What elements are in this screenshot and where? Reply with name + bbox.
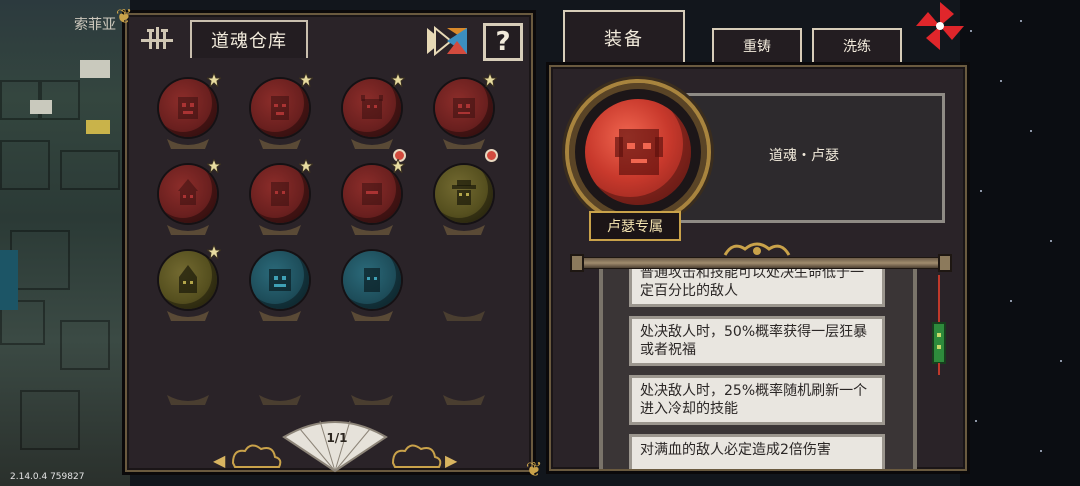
soul-slot[interactable] — [419, 71, 509, 162]
star-badge-icon — [391, 159, 405, 173]
soul-slot[interactable] — [143, 157, 233, 241]
warrior-face-icon — [271, 96, 289, 120]
orb-stand-icon — [443, 225, 485, 235]
orb-stand-icon — [259, 225, 301, 235]
orb-stand-icon — [167, 225, 209, 235]
effect-item: 处决敌人时，25%概率随机刷新一个进入冷却的技能 — [629, 375, 885, 425]
empty-slot-stand-icon[interactable] — [439, 393, 489, 407]
orb-stand-icon — [351, 225, 393, 235]
next-page-button[interactable]: ▶ — [445, 451, 457, 470]
rod-knob — [570, 254, 584, 272]
equipped-soul-orb — [585, 99, 691, 205]
star-badge-icon — [207, 73, 221, 87]
tuning-fork-icon[interactable] — [141, 27, 173, 51]
tab-reforge[interactable]: 重铸 — [712, 28, 802, 62]
empty-slot-stand-icon[interactable] — [163, 393, 213, 407]
soul-orb — [435, 165, 493, 223]
equipped-soul-frame[interactable] — [565, 79, 711, 225]
orb-stand-icon — [167, 311, 209, 321]
soul-name-label: 道魂・卢瑟 — [769, 148, 839, 164]
witch-face-icon — [178, 179, 198, 205]
scroll-rod — [570, 254, 952, 272]
orb-stand-icon — [351, 311, 393, 321]
effect-item: 处决敌人时，50%概率获得一层狂暴或者祝福 — [629, 316, 885, 366]
soul-slot[interactable] — [327, 71, 417, 162]
ogre-face-icon — [269, 269, 291, 291]
filter-color-icon[interactable] — [425, 26, 469, 56]
soul-slot[interactable] — [235, 71, 325, 155]
soul-orb — [435, 79, 493, 137]
star-badge-icon — [299, 159, 313, 173]
orb-stand-icon — [443, 139, 485, 149]
equipment-panel: 道魂・卢瑟 卢瑟专属 普通攻击和技能可以处决生命低于一定百分比的敌人 处决敌人时… — [546, 62, 970, 474]
soul-orb — [251, 79, 309, 137]
effect-item: 普通攻击和技能可以处决生命低于一定百分比的敌人 — [629, 269, 885, 307]
storage-title: 道魂仓库 — [190, 20, 308, 58]
prev-page-button[interactable]: ◀ — [213, 451, 225, 470]
effect-item: 对满血的敌人必定造成2倍伤害 — [629, 434, 885, 469]
background-map-left — [0, 0, 130, 486]
soul-orb — [159, 251, 217, 309]
help-button[interactable]: ? — [483, 23, 523, 61]
empty-slot-stand-icon[interactable] — [439, 309, 489, 323]
background-starfield — [960, 0, 1080, 486]
orb-stand-icon — [259, 311, 301, 321]
star-badge-icon — [391, 73, 405, 87]
soul-grid — [125, 71, 539, 405]
star-badge-icon — [207, 245, 221, 259]
corner-ornament-icon: ❦ — [115, 4, 133, 28]
star-badge-icon — [483, 73, 497, 87]
wizard-face-icon — [179, 265, 197, 293]
priestess-face-icon — [364, 268, 380, 292]
orb-stand-icon — [259, 139, 301, 149]
soul-orb — [343, 251, 401, 309]
orb-stand-icon — [167, 139, 209, 149]
luther-face-icon — [615, 129, 663, 175]
empty-slot-stand-icon[interactable] — [255, 393, 305, 407]
rod-knob — [938, 254, 952, 272]
tab-refine[interactable]: 洗练 — [812, 28, 902, 62]
tab-equip[interactable]: 装备 — [563, 10, 685, 64]
soul-slot[interactable] — [327, 157, 417, 241]
corner-ornament-icon: ❦ — [525, 457, 543, 481]
cloud-ornament-icon — [391, 444, 442, 468]
cloud-ornament-icon — [231, 444, 282, 468]
player-name-label: 索菲亚 — [74, 17, 116, 33]
close-pinwheel-icon[interactable] — [914, 0, 966, 52]
orb-stand-icon — [351, 139, 393, 149]
soul-slot[interactable] — [143, 71, 233, 155]
soul-orb — [343, 79, 401, 137]
folding-fan-icon — [282, 420, 388, 473]
maiden-face-icon — [271, 182, 289, 206]
knight-face-icon — [362, 183, 382, 205]
horned-face-icon — [361, 95, 383, 119]
empty-slot-stand-icon[interactable] — [347, 393, 397, 407]
soul-orb — [159, 165, 217, 223]
soul-orb — [343, 165, 401, 223]
effect-list: 普通攻击和技能可以处决生命低于一定百分比的敌人 处决敌人时，50%概率获得一层狂… — [629, 269, 885, 469]
page-indicator: 1/1 — [326, 431, 348, 445]
soul-orb — [251, 165, 309, 223]
soul-orb — [159, 79, 217, 137]
hat-man-face-icon — [452, 180, 476, 205]
soul-storage-panel: ❦ ❦ 道魂仓库 ? ◀ 1/1 ▶ — [116, 4, 543, 481]
jade-tassel-icon — [932, 275, 946, 375]
version-label: 2.14.0.4 759827 — [10, 472, 85, 482]
exclusive-tag: 卢瑟专属 — [589, 211, 681, 241]
pagination: ◀ 1/1 ▶ — [205, 413, 465, 473]
beast-face-icon — [453, 98, 475, 118]
soul-slot[interactable] — [235, 157, 325, 241]
demon-face-icon — [178, 97, 198, 119]
effect-scroll[interactable]: 普通攻击和技能可以处决生命低于一定百分比的敌人 处决敌人时，50%概率获得一层狂… — [599, 269, 917, 469]
star-badge-icon — [207, 159, 221, 173]
star-badge-icon — [299, 73, 313, 87]
soul-orb — [251, 251, 309, 309]
soul-slot[interactable] — [327, 243, 417, 327]
soul-slot[interactable] — [235, 243, 325, 327]
soul-slot[interactable] — [419, 157, 509, 241]
soul-slot[interactable] — [143, 243, 233, 327]
